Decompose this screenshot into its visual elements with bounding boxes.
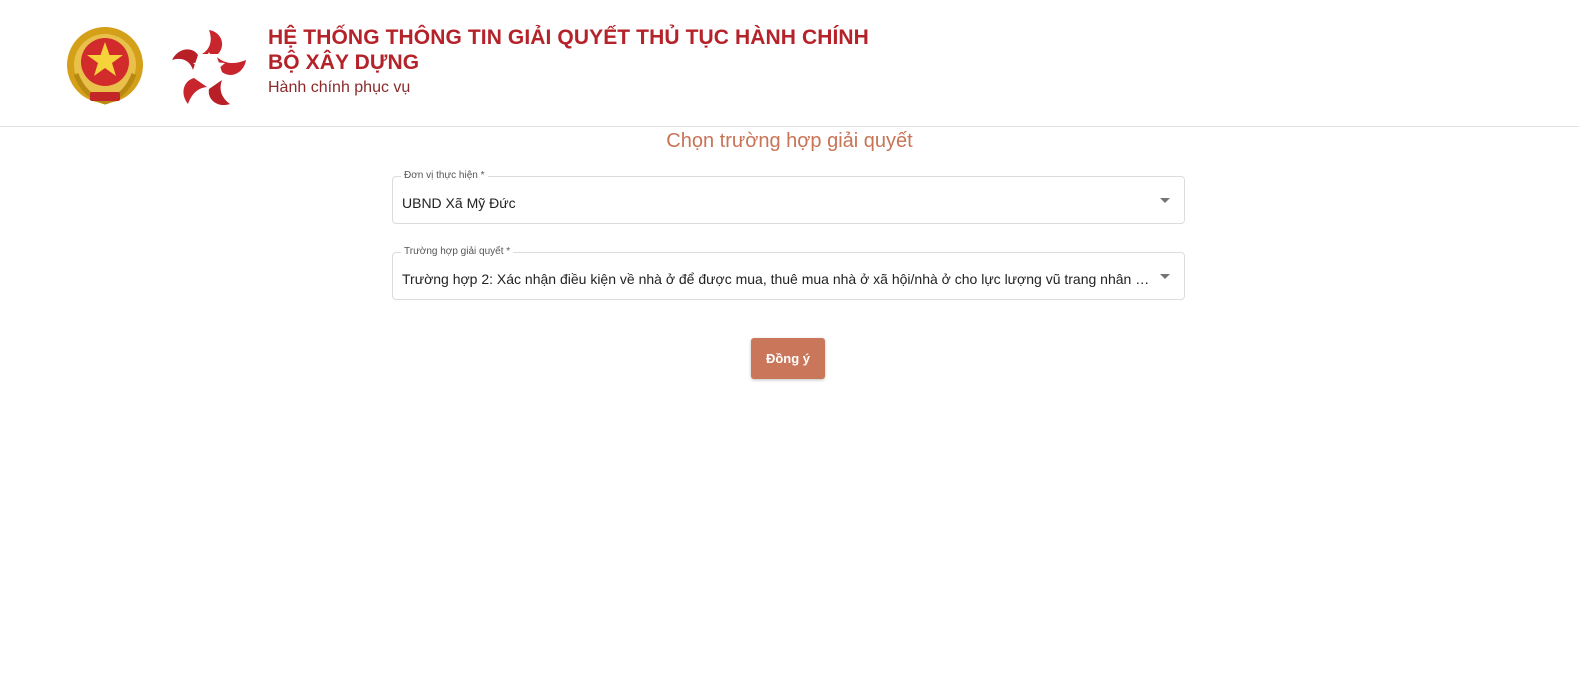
unit-select[interactable]: Đơn vị thực hiện * UBND Xã Mỹ Đức bbox=[392, 169, 1185, 224]
case-select-label: Trường hợp giải quyết * bbox=[401, 245, 514, 259]
slogan: Hành chính phục vụ bbox=[268, 79, 411, 96]
case-select-value: Trường hợp 2: Xác nhận điều kiện về nhà … bbox=[402, 271, 1150, 287]
ministry-title: BỘ XÂY DỰNG bbox=[268, 51, 420, 74]
agree-button[interactable]: Đồng ý bbox=[751, 338, 825, 379]
dropdown-arrow-icon[interactable] bbox=[1160, 198, 1170, 203]
national-emblem-icon bbox=[67, 27, 143, 105]
system-title: HỆ THỐNG THÔNG TIN GIẢI QUYẾT THỦ TỤC HÀ… bbox=[268, 26, 869, 49]
unit-select-label: Đơn vị thực hiện * bbox=[401, 169, 488, 183]
service-star-logo-icon bbox=[172, 30, 246, 106]
title-block: HỆ THỐNG THÔNG TIN GIẢI QUYẾT THỦ TỤC HÀ… bbox=[268, 25, 869, 97]
dropdown-arrow-icon[interactable] bbox=[1160, 274, 1170, 279]
unit-select-value: UBND Xã Mỹ Đức bbox=[402, 195, 516, 211]
case-select[interactable]: Trường hợp giải quyết * Trường hợp 2: Xá… bbox=[392, 245, 1185, 300]
page-title: Chọn trường hợp giải quyết bbox=[666, 130, 913, 152]
app-header: HỆ THỐNG THÔNG TIN GIẢI QUYẾT THỦ TỤC HÀ… bbox=[0, 0, 1579, 127]
